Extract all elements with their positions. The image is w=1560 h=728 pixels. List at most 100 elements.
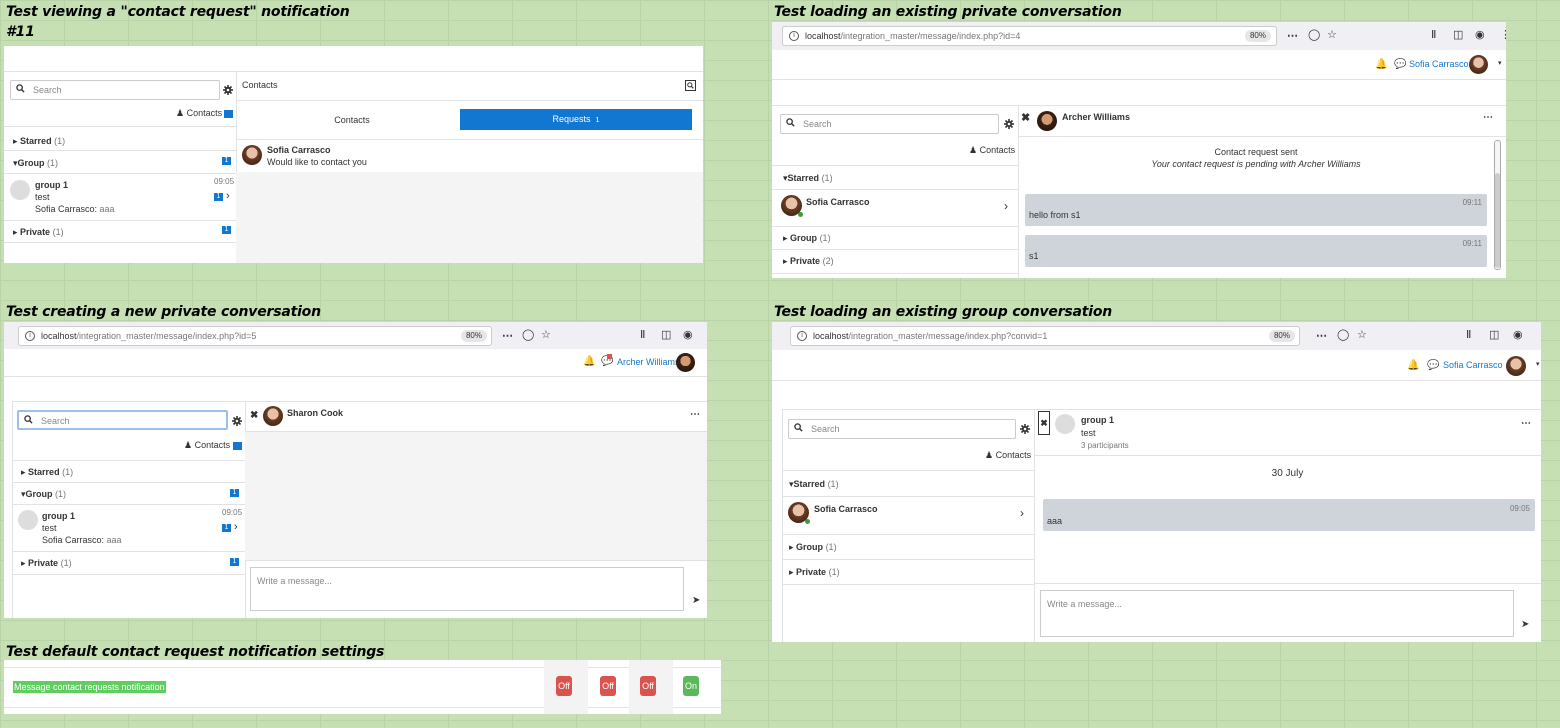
bell-icon[interactable]: 🔔 (583, 356, 595, 367)
panel-private-conversation: i localhost/integration_master/message/i… (772, 22, 1506, 278)
online-indicator (798, 212, 803, 217)
caret-right-icon: ▸ (21, 558, 26, 568)
star-icon[interactable]: ☆ (541, 329, 551, 341)
zoom-level[interactable]: 80% (1245, 30, 1271, 42)
sidebar-icon[interactable]: ◫ (1489, 329, 1499, 341)
message-input[interactable]: Write a message... (250, 567, 684, 611)
list-item-group[interactable]: group 1 test Sofia Carrasco: aaa 09:05 1… (4, 174, 236, 220)
section-private[interactable]: ▸ Private (1) (21, 558, 72, 569)
contacts-link[interactable]: ♟ Contacts (176, 108, 222, 119)
pocket-icon[interactable]: ◯ (522, 329, 534, 341)
send-icon[interactable]: ➤ (692, 595, 700, 606)
list-item-group[interactable]: group 1 test Sofia Carrasco: aaa 09:05 1… (12, 505, 245, 551)
url-bar[interactable]: i localhost/integration_master/message/i… (790, 326, 1300, 346)
user-menu[interactable]: Sofia Carrasco (1443, 360, 1503, 370)
section-group[interactable]: ▸ Group (1) (789, 542, 837, 553)
group-badge: 1 (222, 157, 231, 165)
zoom-level[interactable]: 80% (1269, 330, 1295, 342)
panel-group-conversation: i localhost/integration_master/message/i… (772, 322, 1541, 642)
search-input[interactable]: Search (780, 114, 999, 134)
user-avatar[interactable] (676, 353, 695, 372)
search-input[interactable]: Search (788, 419, 1016, 439)
heading-notification-settings: Test default contact request notificatio… (6, 644, 385, 660)
caret-down-icon[interactable]: ▾ (1498, 59, 1502, 67)
section-starred[interactable]: ▸ Starred (1) (13, 136, 65, 147)
menu-icon[interactable]: ⋮ (1500, 29, 1506, 41)
library-icon[interactable]: Ⅱ (1466, 329, 1471, 341)
gear-icon[interactable] (1004, 119, 1014, 129)
more-icon[interactable]: ⋯ (502, 330, 513, 342)
send-icon[interactable]: ➤ (1521, 619, 1529, 630)
user-avatar[interactable] (1506, 356, 1526, 376)
participants-count: 3 participants (1081, 441, 1129, 450)
chat-icon[interactable]: 💬 (1394, 59, 1406, 70)
list-item-contact[interactable]: Sofia Carrasco › (782, 497, 1034, 534)
group-avatar (18, 510, 38, 530)
zoom-level[interactable]: 80% (461, 330, 487, 342)
more-options-icon[interactable]: ⋯ (1521, 418, 1531, 429)
section-group[interactable]: ▸ Group (1) (783, 233, 831, 244)
section-private[interactable]: ▸ Private (2) (783, 256, 834, 267)
bell-icon[interactable]: 🔔 (1375, 59, 1387, 70)
tab-requests[interactable]: Requests 1 (460, 109, 692, 130)
user-menu[interactable]: Sofia Carrasco (1409, 59, 1469, 69)
star-icon[interactable]: ☆ (1357, 329, 1367, 341)
url-bar[interactable]: i localhost/integration_master/message/i… (18, 326, 492, 346)
toggle-web-off[interactable]: Off (556, 676, 572, 696)
toggle-mobile-off[interactable]: Off (640, 676, 656, 696)
star-icon[interactable]: ☆ (1327, 29, 1337, 41)
pocket-icon[interactable]: ◯ (1308, 29, 1320, 41)
contacts-badge (233, 442, 242, 450)
scrollbar-thumb[interactable] (1495, 173, 1500, 268)
more-icon[interactable]: ⋯ (1287, 30, 1298, 42)
search-input[interactable]: Search (10, 80, 220, 100)
date-separator: 30 July (1271, 468, 1304, 479)
request-item[interactable]: Sofia Carrasco Would like to contact you (236, 139, 703, 172)
gear-icon[interactable] (232, 416, 242, 426)
search-input[interactable]: Search (17, 410, 228, 430)
section-starred[interactable]: ▾Starred (1) (783, 173, 833, 184)
section-group[interactable]: ▾Group (1) (21, 489, 66, 500)
more-options-icon[interactable]: ⋯ (690, 409, 700, 420)
url-bar[interactable]: i localhost/integration_master/message/i… (782, 26, 1277, 46)
contacts-link[interactable]: ♟ Contacts (985, 450, 1031, 461)
section-starred[interactable]: ▾Starred (1) (789, 479, 839, 490)
user-menu[interactable]: Archer Williams (617, 357, 680, 367)
message-input[interactable]: Write a message... (1040, 590, 1514, 637)
account-icon[interactable]: ◉ (1475, 29, 1485, 41)
gear-icon[interactable] (1020, 424, 1030, 434)
account-icon[interactable]: ◉ (1513, 329, 1523, 341)
search-icon[interactable] (685, 80, 696, 91)
toggle-popup-on[interactable]: On (683, 676, 699, 696)
contact-name: Sofia Carrasco (814, 504, 878, 514)
more-options-icon[interactable]: ⋯ (1483, 112, 1493, 123)
sidebar-icon[interactable]: ◫ (661, 329, 671, 341)
contacts-link[interactable]: ♟ Contacts (969, 145, 1015, 156)
empty-area (236, 172, 703, 263)
close-icon[interactable]: ✖ (1021, 111, 1030, 124)
tab-contacts[interactable]: Contacts (236, 110, 468, 130)
close-icon[interactable]: ✖ (250, 410, 258, 421)
bell-icon[interactable]: 🔔 (1407, 360, 1419, 371)
caret-right-icon: ▸ (789, 567, 794, 577)
chat-icon[interactable]: 💬 (1427, 360, 1439, 371)
library-icon[interactable]: Ⅱ (640, 329, 645, 341)
toggle-email-off[interactable]: Off (600, 676, 616, 696)
caret-down-icon[interactable]: ▾ (1536, 360, 1540, 368)
section-group[interactable]: ▾Group (1) (13, 158, 58, 169)
library-icon[interactable]: Ⅱ (1431, 29, 1436, 41)
close-icon[interactable]: ✖ (1038, 411, 1050, 435)
contacts-link[interactable]: ♟ Contacts (184, 440, 230, 451)
more-icon[interactable]: ⋯ (1316, 330, 1327, 342)
sidebar-icon[interactable]: ◫ (1453, 29, 1463, 41)
user-avatar[interactable] (1469, 55, 1488, 74)
account-icon[interactable]: ◉ (683, 329, 693, 341)
section-starred[interactable]: ▸ Starred (1) (21, 467, 73, 478)
scrollbar[interactable] (1494, 140, 1501, 270)
list-item-contact[interactable]: Sofia Carrasco › (772, 190, 1018, 226)
section-private[interactable]: ▸ Private (1) (789, 567, 840, 578)
gear-icon[interactable] (223, 85, 233, 95)
message-text: aaa (1047, 516, 1063, 526)
section-private[interactable]: ▸ Private (1) (13, 227, 64, 238)
pocket-icon[interactable]: ◯ (1337, 329, 1349, 341)
